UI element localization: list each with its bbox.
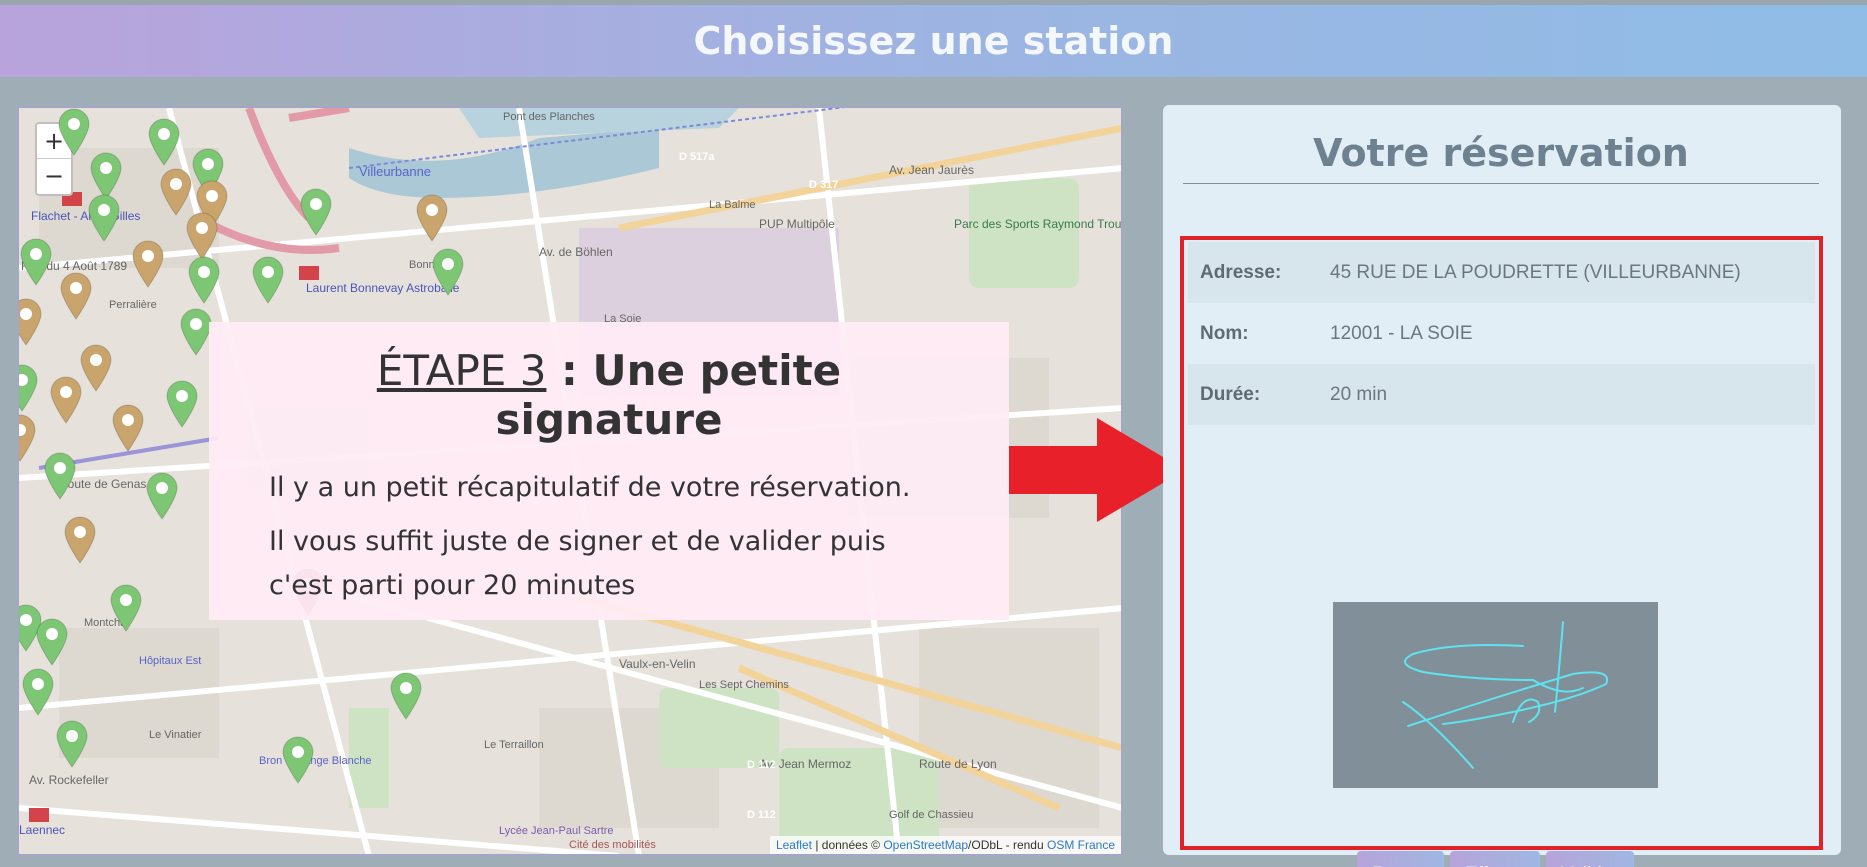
station-pin-icon[interactable] xyxy=(21,668,55,716)
station-pin-icon[interactable] xyxy=(89,152,123,200)
map-label: D 317 xyxy=(809,179,838,191)
step-heading: : Une petite signature xyxy=(495,346,842,444)
step-title: ÉTAPE 3 : Une petite signature xyxy=(269,346,949,444)
station-pin-icon[interactable] xyxy=(185,212,219,260)
arrow-right-icon xyxy=(1009,418,1185,522)
map-label: Lycée Jean-Paul Sartre xyxy=(499,825,614,837)
map-label: Les Sept Chemins xyxy=(699,679,789,691)
map-label: Bron - Grange Blanche xyxy=(259,755,372,767)
map-label: Av. Rockefeller xyxy=(29,773,109,787)
map-label: Parc des Sports Raymond Troussier xyxy=(954,217,1122,231)
back-button[interactable]: Retour xyxy=(1357,851,1445,867)
reservation-summary: Adresse: 45 RUE DE LA POUDRETTE (VILLEUR… xyxy=(1188,242,1815,425)
address-label: Adresse: xyxy=(1200,261,1282,283)
station-pin-icon[interactable] xyxy=(415,194,449,242)
station-pin-icon[interactable] xyxy=(251,256,285,304)
station-pin-icon[interactable] xyxy=(35,618,69,666)
map-label: Av. Jean Jaurès xyxy=(889,163,974,177)
summary-row-address: Adresse: 45 RUE DE LA POUDRETTE (VILLEUR… xyxy=(1188,242,1815,303)
map-label: Le Terraillon xyxy=(484,739,544,751)
step-number: ÉTAPE 3 xyxy=(376,346,547,395)
map-label: PUP Multipôle xyxy=(759,217,835,231)
station-pin-icon[interactable] xyxy=(19,364,39,412)
leaflet-link[interactable]: Leaflet xyxy=(776,838,812,852)
station-pin-icon[interactable] xyxy=(63,516,97,564)
duration-value: 20 min xyxy=(1330,383,1388,405)
map-label: Hôpitaux Est xyxy=(139,655,201,667)
station-pin-icon[interactable] xyxy=(43,452,77,500)
summary-row-name: Nom: 12001 - LA SOIE xyxy=(1188,303,1815,364)
station-pin-icon[interactable] xyxy=(111,404,145,452)
signature-drawing xyxy=(1402,621,1609,769)
page-header: Choisissez une station xyxy=(0,0,1867,77)
station-pin-icon[interactable] xyxy=(165,380,199,428)
station-pin-icon[interactable] xyxy=(159,168,193,216)
station-pin-icon[interactable] xyxy=(431,248,465,296)
map-label: Pont des Planches xyxy=(503,111,595,123)
name-value: 12001 - LA SOIE xyxy=(1330,322,1473,344)
reservation-title: Votre réservation xyxy=(1183,131,1819,184)
map-label: Av. de Böhlen xyxy=(539,245,613,259)
map-label: Cité des mobilités xyxy=(569,839,656,851)
station-pin-icon[interactable] xyxy=(179,308,213,356)
step-line-2: Il vous suffit juste de signer et de val… xyxy=(269,526,886,601)
attribution-text: /ODbL - rendu xyxy=(968,838,1047,852)
clear-button[interactable]: Effacer xyxy=(1450,851,1540,867)
station-pin-icon[interactable] xyxy=(87,194,121,242)
station-pin-icon[interactable] xyxy=(131,240,165,288)
summary-row-duration: Durée: 20 min xyxy=(1188,364,1815,425)
station-pin-icon[interactable] xyxy=(55,720,89,768)
station-pin-icon[interactable] xyxy=(59,272,93,320)
station-pin-icon[interactable] xyxy=(49,376,83,424)
station-pin-icon[interactable] xyxy=(145,472,179,520)
reservation-panel: Votre réservation Adresse: 45 RUE DE LA … xyxy=(1163,105,1841,867)
map-label: Route de Lyon xyxy=(919,757,997,771)
station-pin-icon[interactable] xyxy=(281,736,315,784)
station-pin-icon[interactable] xyxy=(19,238,53,286)
signature-canvas[interactable] xyxy=(1333,602,1658,788)
attribution-text: | données © xyxy=(811,838,884,852)
station-pin-icon[interactable] xyxy=(147,118,181,166)
map-label: D 517a xyxy=(679,151,715,163)
tutorial-step-box: ÉTAPE 3 : Une petite signature Il y a un… xyxy=(209,322,1009,620)
map-label: Laennec xyxy=(19,823,65,837)
validate-button[interactable]: Valider xyxy=(1545,851,1634,867)
map-label: Perralière xyxy=(109,299,157,311)
page-title: Choisissez une station xyxy=(693,19,1174,63)
station-pin-icon[interactable] xyxy=(389,672,423,720)
map-label: Villeurbanne xyxy=(359,164,431,179)
zoom-out-button[interactable]: − xyxy=(37,159,71,194)
map-label: D 112 xyxy=(747,809,776,821)
map-label: Golf de Chassieu xyxy=(889,809,973,821)
map-label: Flachet - Alain Gilles xyxy=(31,209,140,223)
duration-label: Durée: xyxy=(1200,383,1261,405)
map-label: Vaulx-en-Velin xyxy=(619,657,696,671)
highlight-frame: Adresse: 45 RUE DE LA POUDRETTE (VILLEUR… xyxy=(1180,236,1823,867)
step-line-1: Il y a un petit récapitulatif de votre r… xyxy=(269,472,911,503)
map-label: La Balme xyxy=(709,199,755,211)
address-value: 45 RUE DE LA POUDRETTE (VILLEURBANNE) xyxy=(1330,261,1741,283)
map-label: D 112 xyxy=(747,759,776,771)
station-pin-icon[interactable] xyxy=(19,298,43,346)
name-label: Nom: xyxy=(1200,322,1249,344)
station-pin-icon[interactable] xyxy=(109,584,143,632)
station-pin-icon[interactable] xyxy=(57,108,91,156)
osm-link[interactable]: OpenStreetMap xyxy=(883,838,968,852)
station-pin-icon[interactable] xyxy=(19,414,37,462)
station-pin-icon[interactable] xyxy=(187,256,221,304)
osm-france-link[interactable]: OSM France xyxy=(1047,838,1115,852)
map-attribution: Leaflet | données © OpenStreetMap/ODbL -… xyxy=(769,836,1121,854)
signature-actions: Retour Effacer Valider xyxy=(1357,851,1634,867)
map-label: Le Vinatier xyxy=(149,729,202,741)
station-pin-icon[interactable] xyxy=(299,188,333,236)
station-pin-icon[interactable] xyxy=(79,344,113,392)
